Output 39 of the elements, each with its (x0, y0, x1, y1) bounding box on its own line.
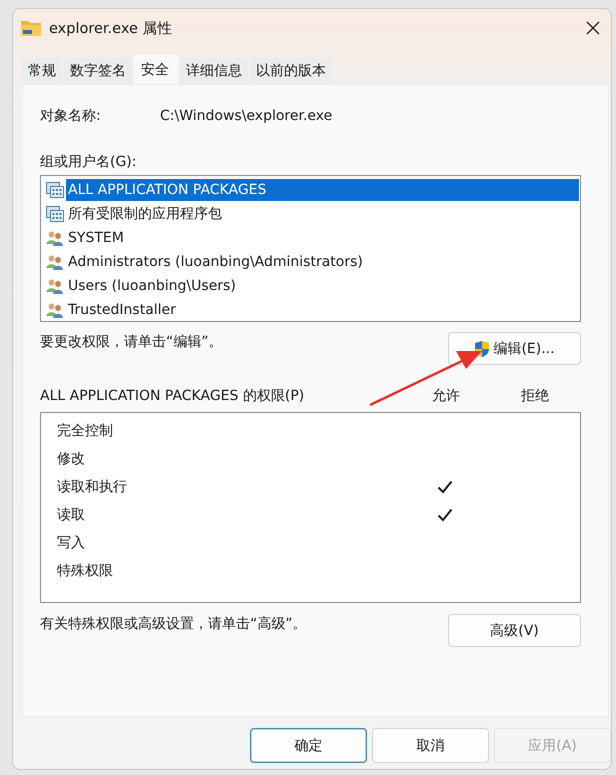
tab[interactable]: 安全 (134, 55, 178, 84)
users-icon (46, 278, 64, 294)
group-name[interactable]: Users (luoanbing\Users) (66, 275, 238, 297)
group-name[interactable]: TrustedInstaller (66, 299, 178, 321)
package-icon (46, 206, 64, 222)
group-name[interactable]: 所有受限制的应用程序包 (66, 203, 224, 225)
group-name[interactable]: Administrators (luoanbing\Administrators) (66, 251, 365, 273)
permission-name: 读取 (57, 507, 85, 523)
users-icon (46, 230, 64, 246)
column-header: 拒绝 (521, 387, 549, 405)
tab[interactable]: 详细信息 (180, 58, 248, 84)
column-header: 允许 (432, 387, 460, 405)
permissions-title: ALL APPLICATION PACKAGES 的权限(P) (40, 387, 306, 405)
dialog-button[interactable]: 确定 (250, 728, 367, 763)
tab[interactable]: 常规 (22, 58, 62, 84)
close-icon (586, 21, 600, 35)
permission-name: 读取和执行 (57, 479, 127, 495)
permission-name: 修改 (57, 451, 85, 467)
edit-button[interactable]: 编辑(E)... (448, 332, 581, 365)
advanced-button[interactable]: 高级(V) (448, 614, 581, 647)
tab[interactable]: 数字签名 (64, 58, 132, 84)
permission-name: 写入 (57, 535, 85, 551)
folder-icon (21, 19, 41, 37)
group-name[interactable]: SYSTEM (66, 227, 126, 249)
dialog-button[interactable]: 取消 (372, 728, 489, 763)
permission-name: 特殊权限 (57, 563, 113, 579)
object-name-value: C:\Windows\explorer.exe (160, 108, 332, 124)
group-name[interactable]: ALL APPLICATION PACKAGES (66, 179, 579, 201)
users-icon (46, 302, 64, 318)
group-list[interactable]: ALL APPLICATION PACKAGES 所有受限制的应用程序包 SYSTEM Administrators (luoanbing\Administrators) Users (luoanbing\Users) TrustedInstaller (40, 175, 581, 322)
window-title: explorer.exe 属性 (49, 20, 172, 38)
edit-hint: 要更改权限，请单击“编辑”。 (40, 333, 223, 351)
users-icon (46, 254, 64, 270)
tab[interactable]: 以前的版本 (250, 58, 332, 84)
object-name-label: 对象名称: (40, 107, 102, 125)
permission-name: 完全控制 (57, 423, 113, 439)
advanced-hint: 有关特殊权限或高级设置，请单击“高级”。 (40, 615, 307, 633)
package-icon (46, 182, 64, 198)
groups-label: 组或用户名(G): (40, 153, 138, 172)
